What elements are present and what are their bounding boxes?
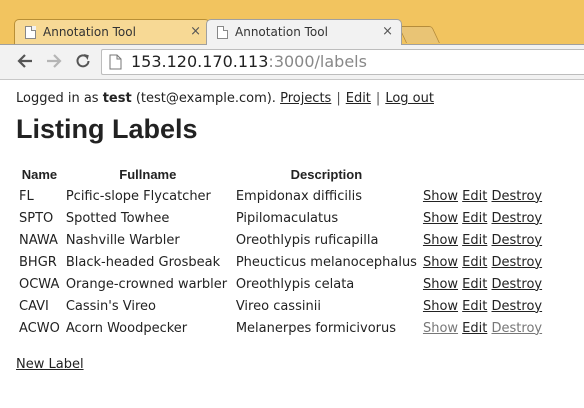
login-status: Logged in as test (test@example.com). Pr… [16,91,434,106]
show-link[interactable]: Show [423,299,458,314]
cell-fullname: Nashville Warbler [65,232,180,248]
cell-actions: Show Edit Destroy [420,295,545,317]
cell-name: OCWA [19,276,60,292]
cell-description: Oreothlypis celata [235,276,355,292]
browser-chrome: Annotation Tool × Annotation Tool × 153.… [0,0,584,88]
column-header-name: Name [21,166,58,182]
login-prefix: Logged in as [16,91,99,106]
forward-arrow-icon[interactable] [43,50,65,72]
cell-actions: Show Edit Destroy [420,207,545,229]
cell-name: ACWO [19,320,60,336]
show-link[interactable]: Show [423,189,458,204]
user-email: (test@example.com). [135,91,276,106]
edit-link[interactable]: Edit [462,255,487,270]
edit-link[interactable]: Edit [462,233,487,248]
table-row: BHGR Black-headed Grosbeak Pheucticus me… [16,251,545,273]
url-text[interactable]: 153.120.170.113:3000/labels [131,52,367,72]
edit-link[interactable]: Edit [462,299,487,314]
address-bar[interactable]: 153.120.170.113:3000/labels [101,49,584,75]
labels-table: Name Fullname Description FL Pcific-slop… [16,163,545,339]
tab-title: Annotation Tool [43,25,136,39]
cell-description: Pheucticus melanocephalus [235,254,417,270]
edit-link[interactable]: Edit [462,211,487,226]
table-row: ACWO Acorn Woodpecker Melanerpes formici… [16,317,545,339]
edit-account-link[interactable]: Edit [346,91,371,106]
destroy-link[interactable]: Destroy [492,277,543,292]
logout-link[interactable]: Log out [385,91,434,106]
close-icon[interactable]: × [190,24,201,40]
back-arrow-icon[interactable] [14,50,36,72]
page-content: Logged in as test (test@example.com). Pr… [0,80,584,408]
cell-actions: Show Edit Destroy [420,273,545,295]
cell-fullname: Pcific-slope Flycatcher [65,188,211,204]
url-path: :3000/labels [268,52,367,71]
show-link[interactable]: Show [423,321,458,336]
document-icon [217,26,228,39]
table-row: FL Pcific-slope Flycatcher Empidonax dif… [16,185,545,207]
table-row: NAWA Nashville Warbler Oreothlypis rufic… [16,229,545,251]
cell-description: Vireo cassinii [235,298,321,314]
cell-actions: Show Edit Destroy [420,251,545,273]
column-header-description: Description [290,166,363,182]
show-link[interactable]: Show [423,255,458,270]
show-link[interactable]: Show [423,233,458,248]
cell-description: Pipilomaculatus [235,210,339,226]
document-icon [25,26,36,39]
column-header-fullname: Fullname [119,166,177,182]
table-row: SPTO Spotted Towhee Pipilomaculatus Show… [16,207,545,229]
cell-actions: Show Edit Destroy [420,317,545,339]
new-tab-button[interactable] [398,26,440,43]
show-link[interactable]: Show [423,277,458,292]
reload-icon[interactable] [72,50,94,72]
url-host: 153.120.170.113 [131,52,269,71]
cell-fullname: Acorn Woodpecker [65,320,188,336]
table-row: OCWA Orange-crowned warbler Oreothlypis … [16,273,545,295]
edit-link[interactable]: Edit [462,321,487,336]
projects-link[interactable]: Projects [280,91,331,106]
cell-description: Oreothlypis ruficapilla [235,232,379,248]
show-link[interactable]: Show [423,211,458,226]
cell-actions: Show Edit Destroy [420,185,545,207]
separator: | [336,91,341,106]
destroy-link[interactable]: Destroy [492,255,543,270]
cell-description: Empidonax difficilis [235,188,362,204]
separator: | [375,91,381,106]
table-row: CAVI Cassin's Vireo Vireo cassinii Show … [16,295,545,317]
new-label-link[interactable]: New Label [16,357,84,372]
cell-fullname: Cassin's Vireo [65,298,156,314]
cell-name: CAVI [19,298,49,314]
destroy-link[interactable]: Destroy [492,211,543,226]
destroy-link[interactable]: Destroy [492,321,543,336]
cell-fullname: Spotted Towhee [65,210,170,226]
tab-annotation-tool-1[interactable]: Annotation Tool × [14,19,210,45]
tab-annotation-tool-2[interactable]: Annotation Tool × [206,19,402,45]
destroy-link[interactable]: Destroy [492,233,543,248]
close-icon[interactable]: × [382,24,393,40]
page-icon [109,54,122,74]
cell-fullname: Orange-crowned warbler [65,276,228,292]
edit-link[interactable]: Edit [462,189,487,204]
browser-toolbar: 153.120.170.113:3000/labels [0,44,584,80]
destroy-link[interactable]: Destroy [492,189,543,204]
table-header-row: Name Fullname Description [16,163,545,185]
tab-title: Annotation Tool [235,25,328,39]
username: test [102,91,132,106]
cell-name: BHGR [19,254,57,270]
page-title: Listing Labels [16,114,198,144]
column-header-actions [420,163,545,185]
cell-description: Melanerpes formicivorus [235,320,397,336]
cell-actions: Show Edit Destroy [420,229,545,251]
edit-link[interactable]: Edit [462,277,487,292]
destroy-link[interactable]: Destroy [492,299,543,314]
cell-name: SPTO [19,210,54,226]
cell-name: NAWA [19,232,58,248]
cell-fullname: Black-headed Grosbeak [65,254,221,270]
cell-name: FL [19,188,34,204]
